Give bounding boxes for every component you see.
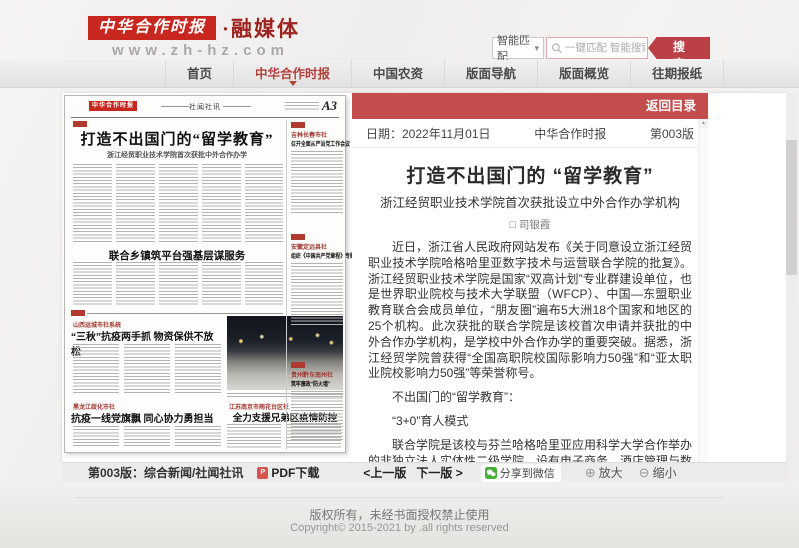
thumb-right-article: 吉林长春市社 召开全面从严治党工作会议 xyxy=(291,122,343,213)
article-title: 打造不出国门的 “留学教育” xyxy=(362,161,698,188)
nav-item-zhhz-times[interactable]: 中华合作时报 xyxy=(234,60,352,87)
logo-box: 中华合作时报 xyxy=(88,16,216,40)
page-scrollbar[interactable] xyxy=(786,93,797,462)
thumb-right-body-text xyxy=(291,263,343,325)
article-meta-row: 日期：2022年11月01日 中华合作时报 第003版 xyxy=(352,119,708,148)
article-paragraph: “3+0”育人模式 xyxy=(368,414,692,430)
site-url: www.zh-hz.com xyxy=(112,42,289,59)
section-divider xyxy=(87,313,283,314)
decorative-rule xyxy=(223,106,251,107)
search-button[interactable]: 搜 索 xyxy=(648,37,710,59)
logo-suffix: ·融媒体 xyxy=(222,13,300,43)
thumb-page-label: A3 xyxy=(322,98,337,114)
article-paragraph: 不出国门的“留学教育”： xyxy=(368,390,692,406)
footer-divider xyxy=(75,497,724,498)
copyright-notice-cn: 版权所有，未经书面授权禁止使用 xyxy=(0,506,799,523)
thumb-kicker: 贵州黔东南州社 xyxy=(291,370,343,379)
back-to-toc-button[interactable]: 返回目录 xyxy=(646,99,696,113)
article-tag xyxy=(291,234,305,240)
main-nav: 首页 中华合作时报 中国农资 版面导航 版面概览 往期报纸 xyxy=(0,60,799,88)
plus-circle-icon: ⊕ xyxy=(585,465,596,481)
newspaper-page-thumbnail[interactable]: 中华合作时报 社闻社讯 A3 打造不出国门的“留学教育” 浙江经贸职业技术学院首… xyxy=(64,95,346,453)
article-tag xyxy=(71,310,85,316)
article-tag xyxy=(291,362,305,368)
wechat-share-label: 分享到微信 xyxy=(500,465,555,481)
zoom-out-label: 缩小 xyxy=(653,464,677,481)
thumb-kicker: 吉林长春市社 xyxy=(291,130,343,139)
nav-item-home[interactable]: 首页 xyxy=(165,60,234,87)
footer: 版权所有，未经书面授权禁止使用 Copyright© 2015-2021 by … xyxy=(0,482,799,548)
wechat-share-button[interactable]: 分享到微信 xyxy=(481,464,561,482)
nav-item-page-overview[interactable]: 版面概览 xyxy=(538,60,631,87)
thumb-right-headline-2[interactable]: 组织《中国共产党章程》专题学习会 xyxy=(291,251,334,260)
active-nav-indicator xyxy=(289,81,297,86)
page-scrollbar-thumb[interactable] xyxy=(786,140,797,275)
article-date: 日期：2022年11月01日 xyxy=(366,125,491,142)
article-paper-name: 中华合作时报 xyxy=(534,125,606,142)
pdf-download-label: PDF下载 xyxy=(271,464,319,481)
article-tag xyxy=(73,121,87,127)
reader-header-bar: 返回目录 xyxy=(352,93,708,119)
search-input[interactable] xyxy=(563,41,647,55)
thumb-kicker: 安徽定远县社 xyxy=(291,242,343,251)
next-page-button[interactable]: 下一版 > xyxy=(416,464,462,481)
zoom-out-button[interactable]: ⊖ 缩小 xyxy=(639,464,677,481)
thumb-mid-body-text xyxy=(73,262,283,307)
minus-circle-icon: ⊖ xyxy=(639,465,650,481)
decorative-rule xyxy=(161,106,189,107)
article-paragraph: 近日，浙江省人民政府网站发布《关于同意设立浙江经贸职业技术学院哈格哈里亚数字技术… xyxy=(368,240,692,382)
wechat-icon xyxy=(485,467,497,479)
zoom-in-label: 放大 xyxy=(599,464,623,481)
thumb-right-article: 安徽定远县社 组织《中国共产党章程》专题学习会 xyxy=(291,234,343,325)
search-input-wrap xyxy=(546,37,648,59)
thumb-right-headline-1[interactable]: 召开全面从严治党工作会议 xyxy=(291,139,334,148)
article-page-number: 第003版 xyxy=(650,125,694,142)
thumb-right-headline-3[interactable]: 筑牢廉政“防火墙” xyxy=(291,379,334,388)
thumb-right-body-text xyxy=(291,391,343,441)
article-paragraph: 联合学院是该校与芬兰哈格哈里亚应用科学大学合作举办的非独立法人实体性二级学院，设… xyxy=(368,438,692,462)
column-rule xyxy=(286,120,287,450)
pdf-icon: P xyxy=(257,467,268,479)
search-icon xyxy=(551,42,563,55)
thumb-sec4-headline[interactable]: 抗疫一线党旗飘 同心协力勇担当 xyxy=(71,410,221,425)
article-tag xyxy=(291,122,305,128)
bottom-toolbar: 第003版：综合新闻/社闻社讯 P PDF下载 <上一版 下一版 > 分享到微信… xyxy=(62,462,787,482)
thumb-sec4-body-text xyxy=(73,426,221,448)
chevron-down-icon: ▾ xyxy=(534,43,539,54)
pdf-download-button[interactable]: P PDF下载 xyxy=(257,464,319,481)
search-mode-select[interactable]: 智能匹配 ▾ xyxy=(492,37,544,59)
previous-page-button[interactable]: <上一版 xyxy=(363,464,406,481)
search-bar: 智能匹配 ▾ 搜 索 xyxy=(492,37,710,59)
thumb-mid-headline[interactable]: 联合乡镇筑平台强基层谋服务 xyxy=(71,248,283,263)
masthead-rule xyxy=(71,117,339,118)
page: 中华合作时报 ·融媒体 www.zh-hz.com 智能匹配 ▾ 搜 索 首页 … xyxy=(0,0,799,548)
thumb-main-body-text xyxy=(73,164,283,244)
nav-item-china-agri[interactable]: 中国农资 xyxy=(352,60,445,87)
scrollbar-up-arrow-icon[interactable]: ▲ xyxy=(699,119,708,128)
thumb-main-headline[interactable]: 打造不出国门的“留学教育” xyxy=(71,128,283,149)
thumb-right-article: 贵州黔东南州社 筑牢廉政“防火墙” xyxy=(291,362,343,441)
nav-item-page-nav[interactable]: 版面导航 xyxy=(445,60,538,87)
nav-item-past-issues[interactable]: 往期报纸 xyxy=(631,60,724,87)
thumb-folio-text xyxy=(285,102,319,110)
reader-scrollbar[interactable]: ▲ xyxy=(698,119,708,462)
article-subtitle: 浙江经贸职业技术学院首次获批设立中外合作办学机构 xyxy=(362,192,698,211)
article-reader: 日期：2022年11月01日 中华合作时报 第003版 打造不出国门的 “留学教… xyxy=(352,119,708,462)
page-section-info: 第003版：综合新闻/社闻社讯 xyxy=(88,464,243,481)
zoom-in-button[interactable]: ⊕ 放大 xyxy=(585,464,623,481)
nav-item-label: 中华合作时报 xyxy=(255,67,330,81)
article-author: □ 司银霞 xyxy=(362,217,698,232)
thumb-main-subhead: 浙江经贸职业技术学院首次获批中外合作办学 xyxy=(71,150,283,160)
site-logo[interactable]: 中华合作时报 ·融媒体 xyxy=(88,13,300,43)
thumb-right-body-text xyxy=(291,151,343,213)
thumb-sec3-body-text xyxy=(73,344,221,394)
copyright-notice-en: Copyright© 2015-2021 by .all rights rese… xyxy=(0,522,799,534)
